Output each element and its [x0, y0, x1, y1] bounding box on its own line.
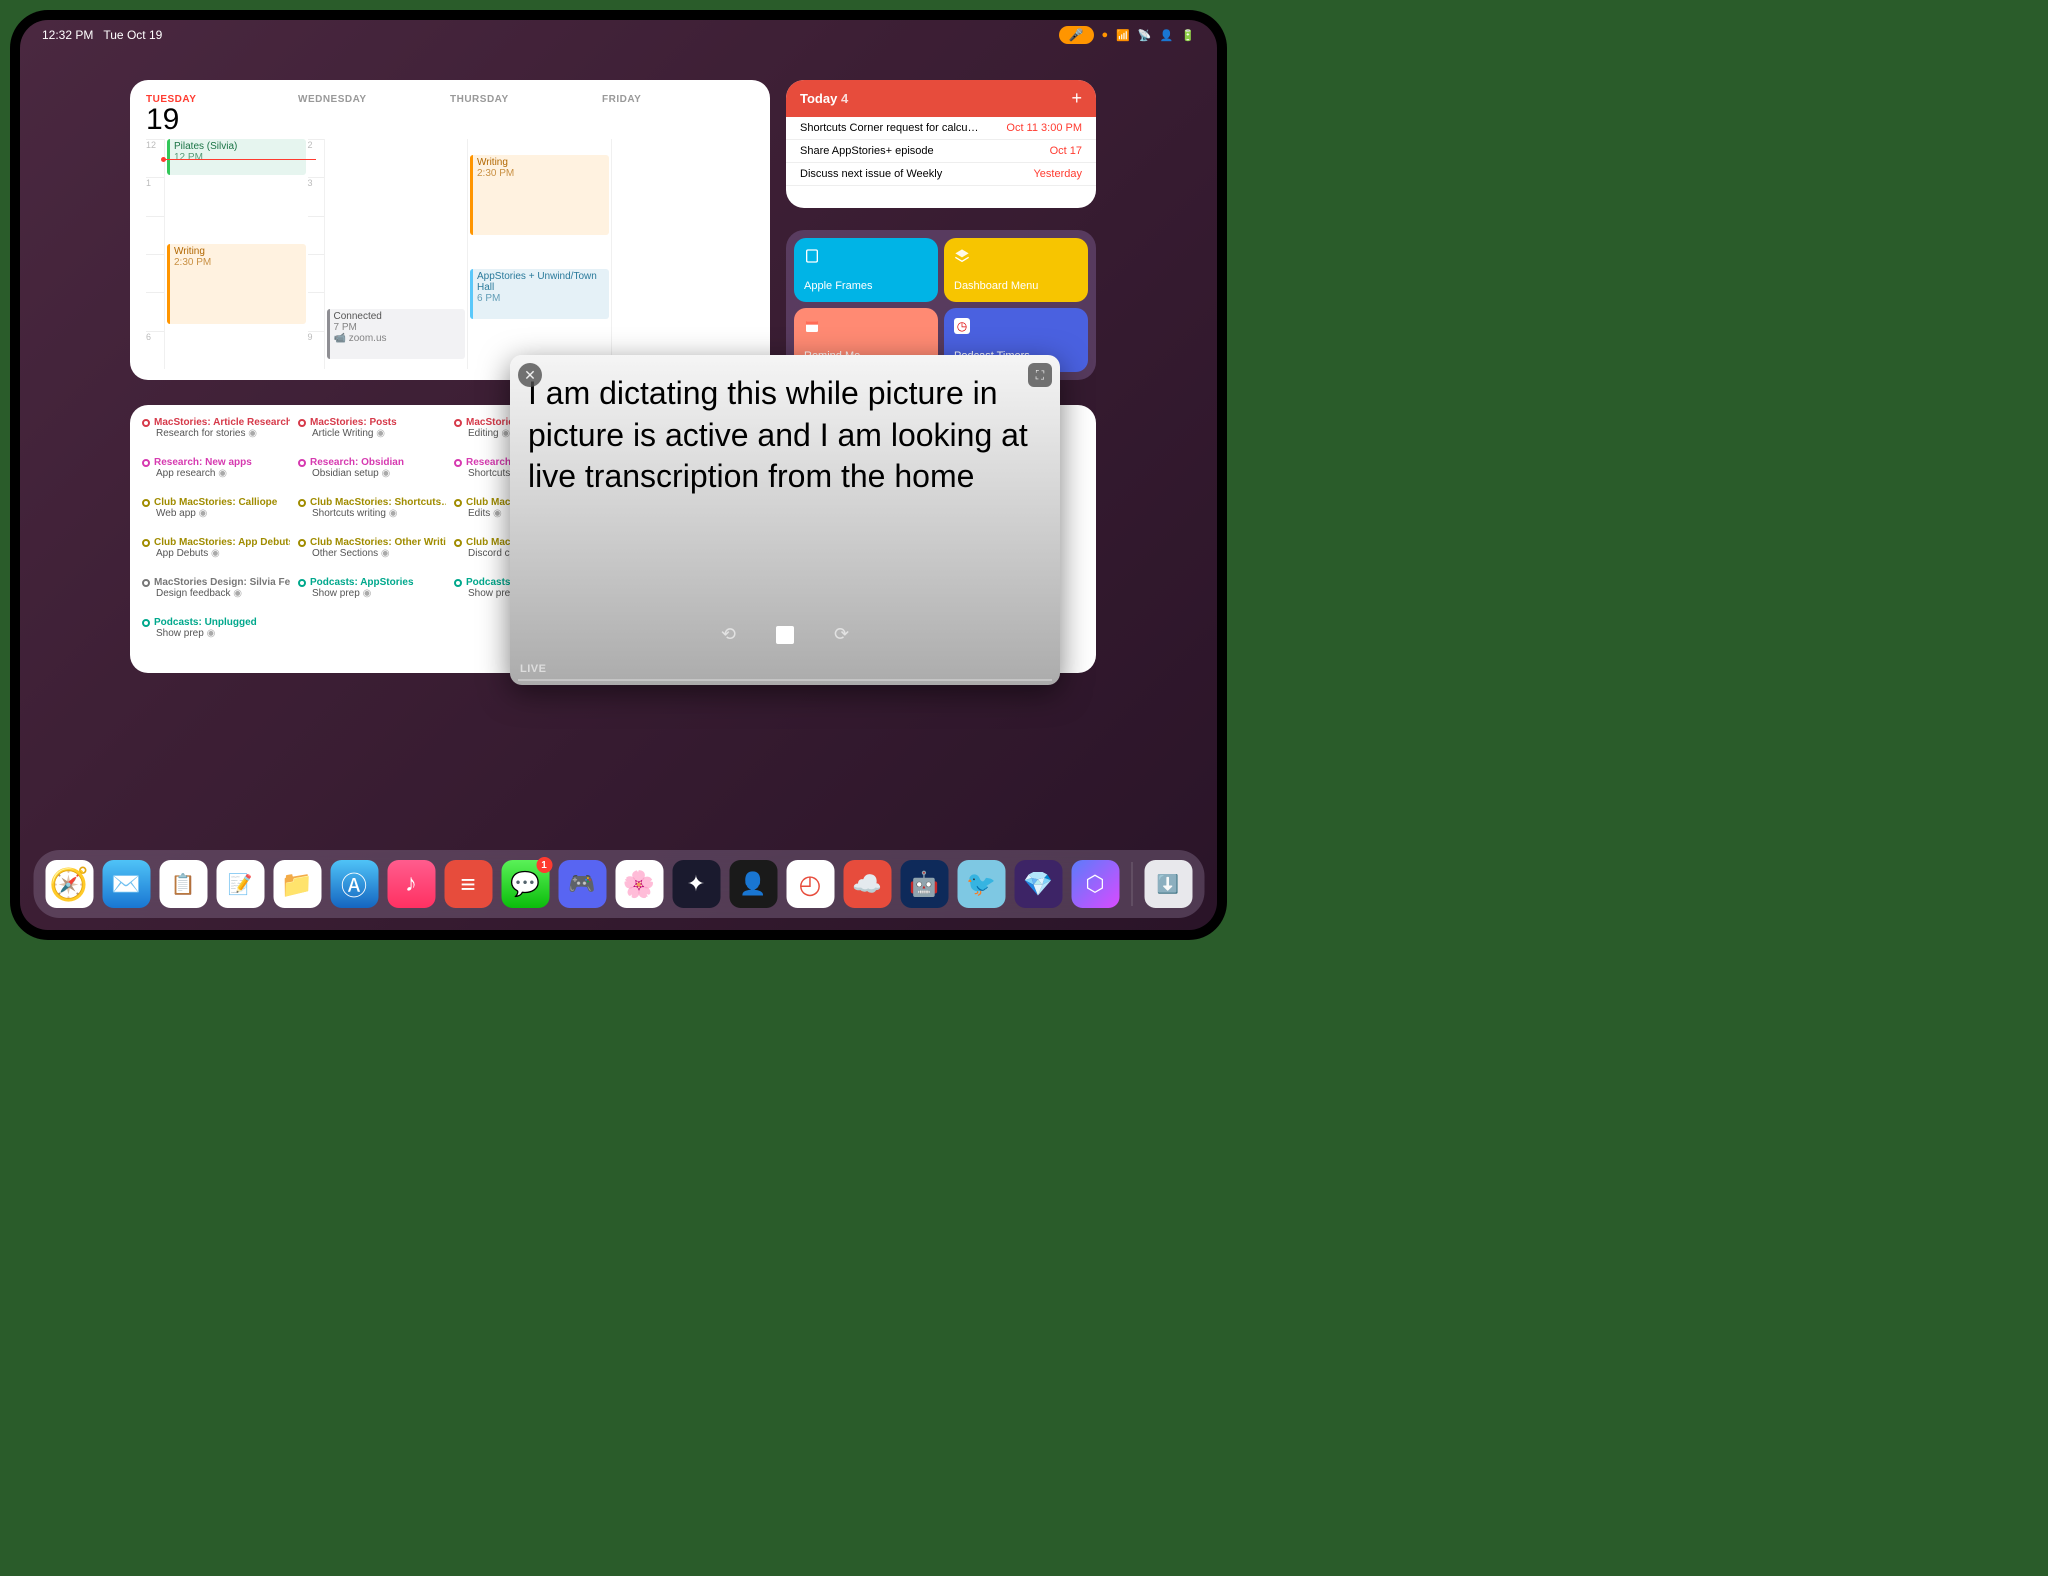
pip-progress-bar[interactable] — [518, 679, 1052, 681]
dock-notes[interactable]: 📝 — [216, 860, 264, 908]
dock-recent-app[interactable]: ⬇️ — [1144, 860, 1192, 908]
transcription-text: I am dictating this while picture in pic… — [528, 373, 1042, 498]
timery-item[interactable]: Podcasts: UnpluggedShow prep ◉ — [142, 617, 290, 653]
timery-item[interactable]: Club MacStories: Other Writi…Other Secti… — [298, 537, 446, 573]
pip-close-button[interactable]: ✕ — [518, 363, 542, 387]
pip-expand-button[interactable]: ⛶ — [1028, 363, 1052, 387]
reminders-title: Today — [800, 91, 837, 106]
event-appstories[interactable]: AppStories + Unwind/Town Hall 6 PM — [470, 269, 609, 319]
day-label-thursday: THURSDAY — [450, 94, 602, 105]
status-date: Tue Oct 19 — [103, 28, 162, 42]
dock-discord[interactable]: 🎮 — [558, 860, 606, 908]
mic-indicator[interactable]: 🎤 — [1059, 26, 1094, 44]
calendar-icon — [804, 318, 820, 334]
forward-15-icon[interactable]: ⟳ — [834, 624, 849, 645]
battery-icon: 🔋 — [1181, 29, 1195, 42]
wifi-icon: 📡 — [1138, 29, 1152, 42]
dock-timer[interactable]: ◴ — [786, 860, 834, 908]
add-reminder-icon[interactable]: + — [1071, 88, 1082, 109]
event-connected[interactable]: Connected 7 PM 📹 zoom.us — [327, 309, 466, 359]
dock-tweetbot[interactable]: 🐦 — [957, 860, 1005, 908]
pip-window[interactable]: ✕ ⛶ I am dictating this while picture in… — [510, 355, 1060, 685]
timery-item[interactable]: Club MacStories: Shortcuts…Shortcuts wri… — [298, 497, 446, 533]
dock-shortcuts[interactable]: ⬡ — [1071, 860, 1119, 908]
timery-item[interactable]: MacStories: PostsArticle Writing ◉ — [298, 417, 446, 453]
event-writing-thu[interactable]: Writing 2:30 PM — [470, 155, 609, 235]
location-dot-icon: ● — [1102, 29, 1109, 41]
dock-music[interactable]: ♪ — [387, 860, 435, 908]
timery-item[interactable]: MacStories: Article ResearchResearch for… — [142, 417, 290, 453]
signal-icon: 📶 — [1116, 29, 1130, 42]
dock-assistant[interactable]: 🤖 — [900, 860, 948, 908]
reminders-widget[interactable]: Today 4 + Shortcuts Corner request for c… — [786, 80, 1096, 208]
timery-item[interactable]: Podcasts: AppStoriesShow prep ◉ — [298, 577, 446, 613]
dock-obsidian[interactable]: 💎 — [1014, 860, 1062, 908]
dock-fantastical[interactable]: ✦ — [672, 860, 720, 908]
timery-item[interactable]: Research: ObsidianObsidian setup ◉ — [298, 457, 446, 493]
timery-item[interactable]: Club MacStories: CalliopeWeb app ◉ — [142, 497, 290, 533]
reminder-item[interactable]: Shortcuts Corner request for calcu… Oct … — [786, 117, 1096, 140]
layers-icon — [954, 248, 970, 264]
status-time: 12:32 PM — [42, 28, 93, 42]
status-bar: 12:32 PM Tue Oct 19 🎤 ● 📶 📡 👤 🔋 — [20, 20, 1217, 50]
day-label-friday: FRIDAY — [602, 94, 754, 105]
timer-icon: ◷ — [954, 318, 970, 334]
dock-photos[interactable]: 🌸 — [615, 860, 663, 908]
rewind-15-icon[interactable]: ⟲ — [721, 624, 736, 645]
dock: 🧭 ✉️ 📋 📝 📁 Ⓐ ♪ ≡ 💬1 🎮 🌸 ✦ 👤 ◴ ☁️ 🤖 🐦 💎 ⬡… — [33, 850, 1204, 918]
reminder-item[interactable]: Share AppStories+ episode Oct 17 — [786, 140, 1096, 163]
dock-safari[interactable]: 🧭 — [45, 860, 93, 908]
live-badge: LIVE — [520, 663, 546, 675]
shortcut-apple-frames[interactable]: Apple Frames — [794, 238, 938, 302]
event-pilates[interactable]: Pilates (Silvia) 12 PM — [167, 139, 306, 175]
timery-item[interactable]: MacStories Design: Silvia Fe…Design feed… — [142, 577, 290, 613]
dock-mail[interactable]: ✉️ — [102, 860, 150, 908]
dock-files[interactable]: 📁 — [273, 860, 321, 908]
timery-item[interactable]: Research: New appsApp research ◉ — [142, 457, 290, 493]
shortcut-dashboard-menu[interactable]: Dashboard Menu — [944, 238, 1088, 302]
pip-controls: ⟲ ⟳ — [510, 624, 1060, 645]
event-writing-tue[interactable]: Writing 2:30 PM — [167, 244, 306, 324]
dock-cloud[interactable]: ☁️ — [843, 860, 891, 908]
dock-appstore[interactable]: Ⓐ — [330, 860, 378, 908]
stop-button[interactable] — [776, 626, 794, 644]
rotation-lock-icon: 👤 — [1160, 29, 1174, 42]
calendar-widget[interactable]: TUESDAY 19 WEDNESDAY THURSDAY FRIDAY 12 … — [130, 80, 770, 380]
dock-messages[interactable]: 💬1 — [501, 860, 549, 908]
dock-todoist[interactable]: ≡ — [444, 860, 492, 908]
dock-separator — [1131, 862, 1132, 906]
dock-faceid[interactable]: 👤 — [729, 860, 777, 908]
day-label-wednesday: WEDNESDAY — [298, 94, 450, 105]
ipad-icon — [804, 248, 820, 264]
reminder-item[interactable]: Discuss next issue of Weekly Yesterday — [786, 163, 1096, 186]
dock-reminders[interactable]: 📋 — [159, 860, 207, 908]
today-date-number: 19 — [146, 105, 298, 135]
timery-item[interactable]: Club MacStories: App DebutsApp Debuts ◉ — [142, 537, 290, 573]
